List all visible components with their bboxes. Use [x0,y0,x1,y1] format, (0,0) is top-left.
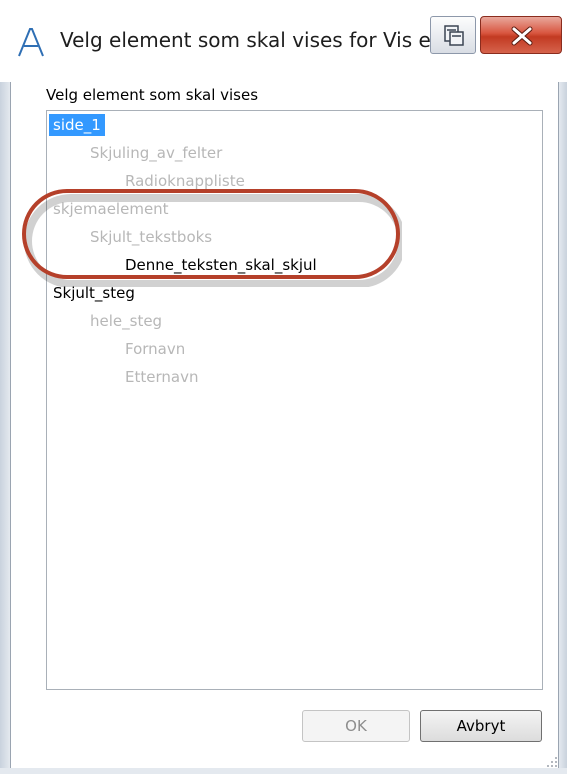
close-icon [511,26,533,46]
tree-item-skjemaelement[interactable]: skjemaelement [53,198,169,220]
window-frame-right [559,82,567,774]
tree-item-hele-steg[interactable]: hele_steg [90,310,162,332]
restore-window-icon [444,25,464,46]
element-tree[interactable]: side_1 Skjuling_av_felter Radioknapplist… [46,110,543,690]
resize-grip-icon[interactable] [546,756,558,768]
tree-item-skjult-tekstboks[interactable]: Skjult_tekstboks [90,226,212,248]
tree-item-side-1[interactable]: side_1 [49,114,105,136]
title-bar: Velg element som skal vises for Vis elem… [0,0,567,82]
cancel-button[interactable]: Avbryt [420,710,542,742]
restore-button[interactable] [430,16,476,54]
close-button[interactable] [480,16,562,54]
tree-item-etternavn[interactable]: Etternavn [125,366,198,388]
tree-item-fornavn[interactable]: Fornavn [125,338,185,360]
tree-item-denne-teksten[interactable]: Denne_teksten_skal_skjul [125,254,317,276]
tree-item-skjult-steg[interactable]: Skjult_steg [53,282,135,304]
window-title: Velg element som skal vises for Vis elem… [60,28,440,52]
dialog-window: Velg element som skal vises for Vis elem… [0,0,567,774]
window-frame-bottom [0,768,567,774]
tree-item-skjuling-av-felter[interactable]: Skjuling_av_felter [90,142,222,164]
window-frame-left [0,82,10,774]
tree-item-radioknappliste[interactable]: Radioknappliste [125,170,245,192]
ok-button[interactable]: OK [302,710,410,742]
list-label: Velg element som skal vises [46,86,259,104]
app-a-icon [18,28,44,57]
